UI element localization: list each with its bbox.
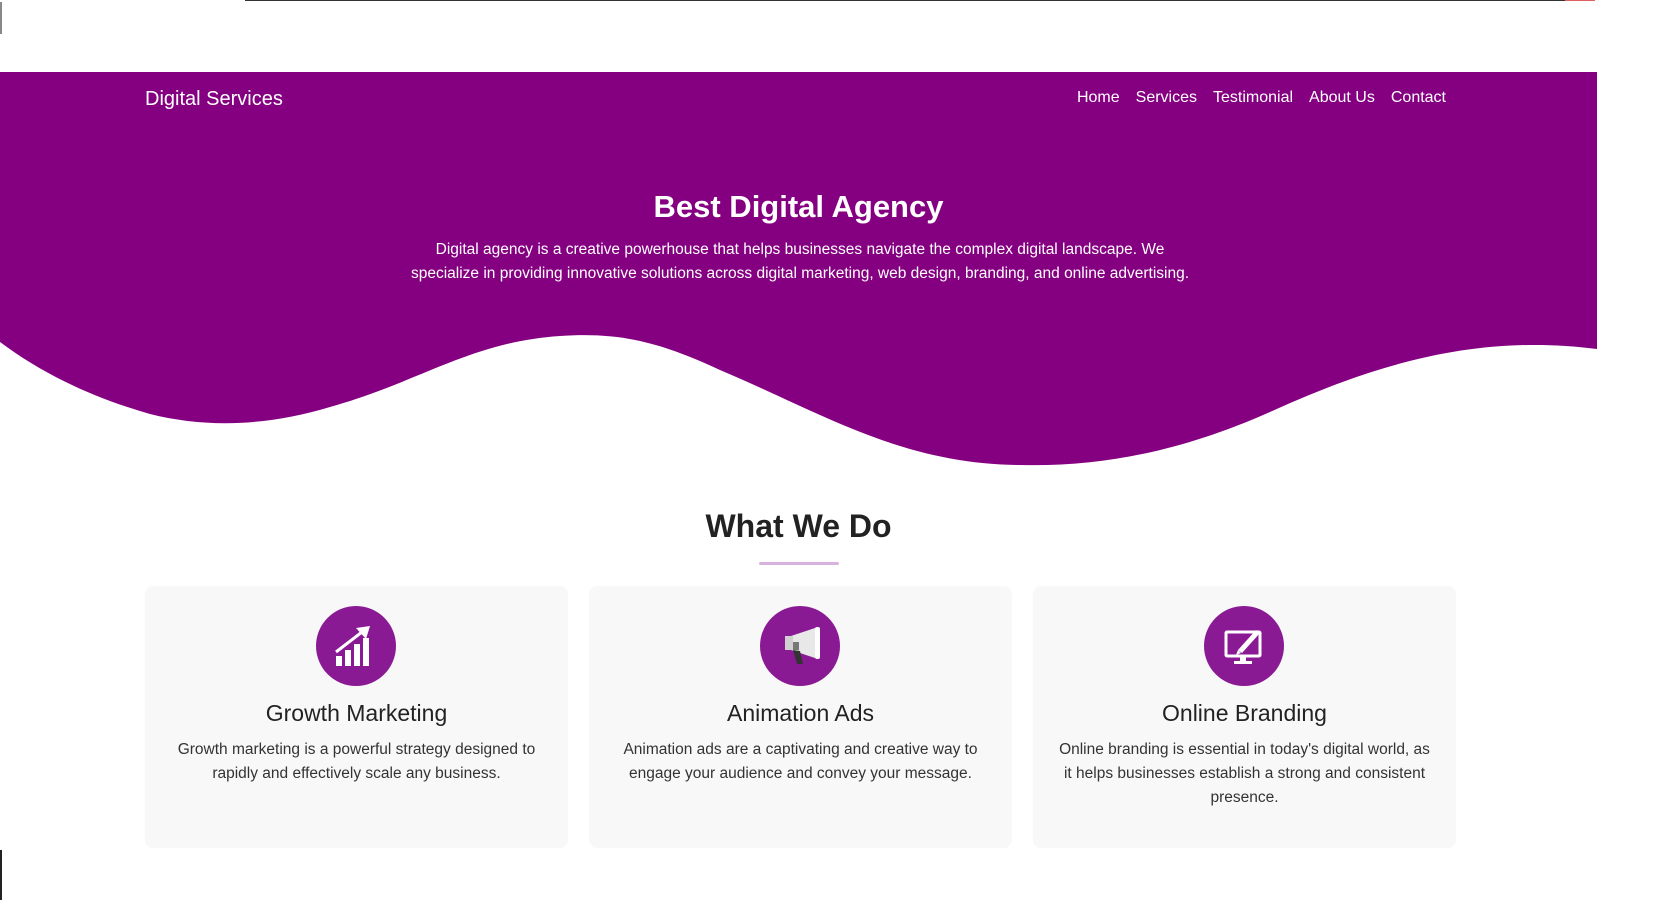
browser-top-accent (1565, 0, 1595, 1)
nav-testimonial[interactable]: Testimonial (1213, 89, 1293, 107)
megaphone-icon (760, 606, 840, 686)
nav-contact[interactable]: Contact (1391, 89, 1446, 107)
nav-services[interactable]: Services (1136, 89, 1197, 107)
service-card-online-branding: Online Branding Online branding is essen… (1033, 586, 1456, 848)
brand-logo[interactable]: Digital Services (145, 88, 283, 111)
card-title: Growth Marketing (265, 700, 448, 726)
card-text: Animation ads are a captivating and crea… (623, 741, 978, 782)
window-edge-top (0, 2, 2, 34)
card-title: Online Branding (1162, 700, 1327, 726)
window-edge-bottom (0, 850, 2, 900)
section-title-underline (759, 562, 839, 565)
nav-about-us[interactable]: About Us (1309, 89, 1375, 107)
service-card-animation-ads: Animation Ads Animation ads are a captiv… (589, 586, 1012, 848)
card-text: Online branding is essential in today's … (1059, 741, 1430, 806)
section-title: What We Do (705, 508, 892, 544)
main-nav: Home Services Testimonial About Us Conta… (1061, 89, 1446, 107)
browser-top-line (245, 0, 1595, 1)
monitor-pen-icon (1204, 606, 1284, 686)
card-title: Animation Ads (726, 700, 875, 726)
service-card-growth-marketing: Growth Marketing Growth marketing is a p… (145, 586, 568, 848)
growth-chart-icon (316, 606, 396, 686)
hero-title: Best Digital Agency (653, 189, 944, 224)
card-text: Growth marketing is a powerful strategy … (177, 741, 536, 782)
hero-description: Digital agency is a creative powerhouse … (410, 241, 1190, 282)
nav-home[interactable]: Home (1077, 89, 1120, 107)
